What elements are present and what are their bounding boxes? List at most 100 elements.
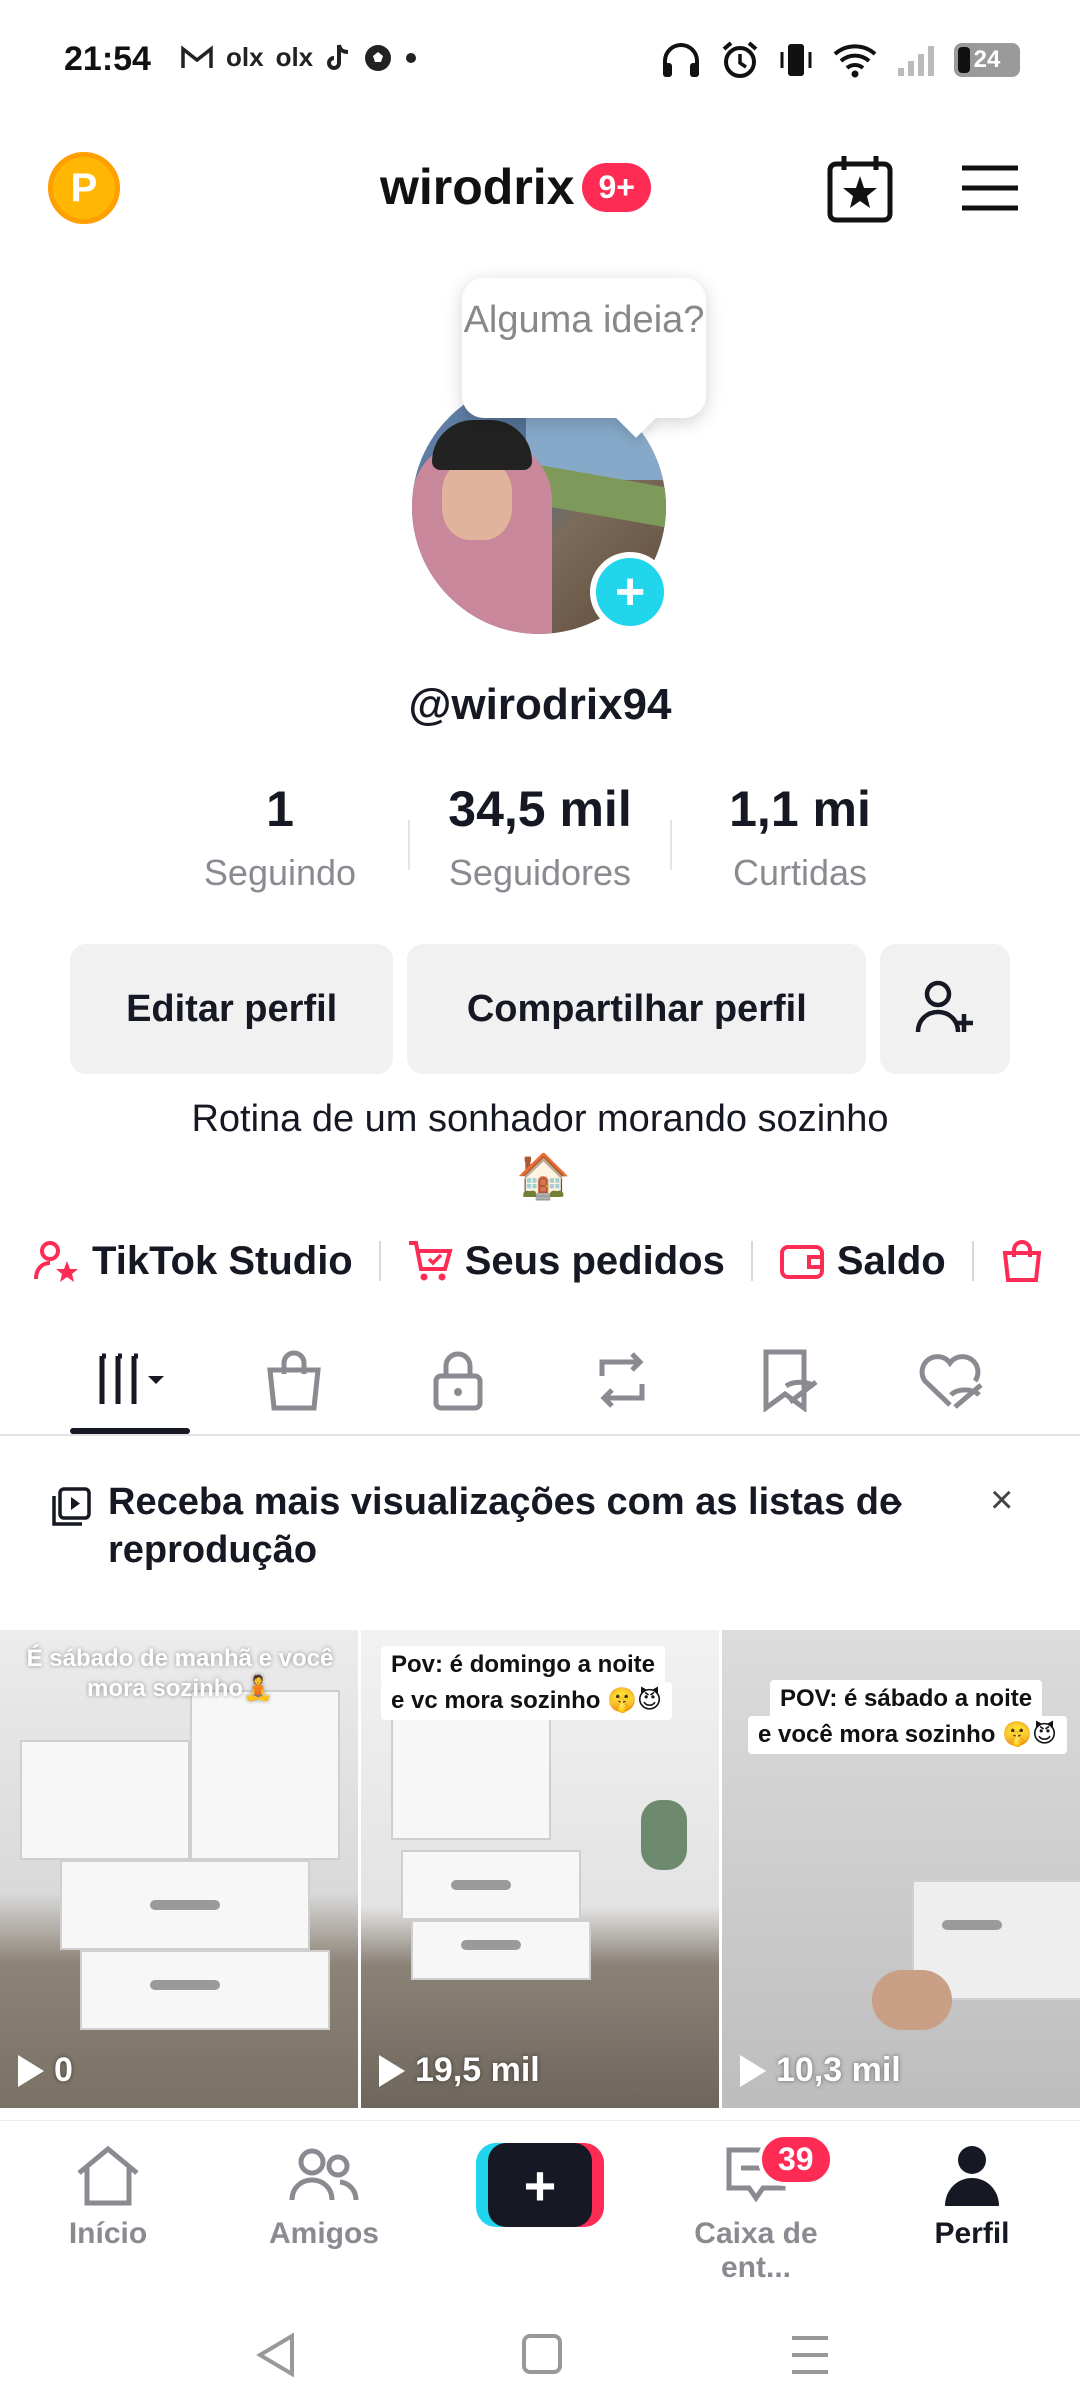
olx-icon: olx xyxy=(226,42,264,72)
nav-profile-label: Perfil xyxy=(934,2217,1010,2250)
play-icon xyxy=(379,2054,405,2087)
bio-text: Rotina de um sonhador morando sozinho xyxy=(191,1098,889,1140)
view-count-value: 10,3 mil xyxy=(776,2051,901,2089)
add-story-button[interactable]: + xyxy=(590,552,670,632)
wallet-icon xyxy=(779,1245,824,1279)
cart-icon xyxy=(408,1241,453,1281)
share-profile-button[interactable]: Compartilhar perfil xyxy=(407,944,867,1074)
plus-icon: + xyxy=(488,2143,592,2227)
soccer-ball-icon xyxy=(365,44,392,71)
tab-videos[interactable] xyxy=(88,1340,172,1420)
tab-private[interactable] xyxy=(416,1340,500,1420)
cabinet-drawer xyxy=(411,1920,591,1980)
idea-tooltip[interactable]: Alguma ideia? xyxy=(462,278,706,418)
video-thumbnail[interactable]: Pov: é domingo a noite e vc mora sozinho… xyxy=(361,1630,719,2108)
coins-button[interactable]: P xyxy=(48,152,120,224)
video-thumbnail[interactable]: POV: é sábado a noite e você mora sozinh… xyxy=(722,1630,1080,2108)
profile-stats: 1 Seguindo 34,5 mil Seguidores 1,1 mi Cu… xyxy=(150,780,930,894)
status-bar: 21:54 olx olx 24 xyxy=(0,0,1080,120)
drawer-handle xyxy=(150,1900,220,1910)
tab-shop[interactable] xyxy=(252,1340,336,1420)
video-caption: POV: é sábado a noite xyxy=(770,1680,1043,1718)
cabinet-drawer xyxy=(80,1950,330,2030)
stat-label: Seguindo xyxy=(203,852,357,893)
tiktok-studio-label: TikTok Studio xyxy=(92,1238,353,1283)
alarm-icon xyxy=(722,41,758,78)
coin-icon: P xyxy=(70,165,98,210)
olx-icon: olx xyxy=(275,42,314,72)
menu-button[interactable] xyxy=(958,160,1022,216)
tab-favorites[interactable] xyxy=(746,1340,830,1420)
create-button[interactable]: + xyxy=(476,2143,604,2227)
headphones-icon xyxy=(663,43,699,77)
recents-button[interactable] xyxy=(780,2330,840,2380)
drawer-handle xyxy=(461,1940,521,1950)
tab-liked[interactable] xyxy=(908,1340,992,1420)
inbox-badge: 39 xyxy=(758,2133,834,2186)
nav-home-label: Início xyxy=(68,2217,148,2250)
close-icon[interactable]: × xyxy=(990,1478,1013,1523)
video-caption: e vc mora sozinho 🤫😈 xyxy=(381,1682,672,1720)
repost-icon xyxy=(599,1352,645,1408)
dot-icon xyxy=(406,52,417,63)
orders-link[interactable]: Seus pedidos xyxy=(407,1239,725,1284)
drawer-handle xyxy=(451,1880,511,1890)
tab-reposts[interactable] xyxy=(580,1340,664,1420)
avatar-photo-face xyxy=(442,460,512,540)
drawer-handle xyxy=(150,1980,220,1990)
menu-lines-icon xyxy=(792,2336,828,2374)
calendar-star-button[interactable] xyxy=(822,150,898,226)
edit-profile-button[interactable]: Editar perfil xyxy=(70,944,394,1074)
plush-toy xyxy=(641,1800,687,1870)
view-count: 19,5 mil xyxy=(379,2051,540,2090)
add-user-icon xyxy=(915,980,974,1033)
link-divider xyxy=(971,1241,974,1281)
stat-following[interactable]: 1 Seguindo xyxy=(150,780,410,894)
play-icon xyxy=(18,2054,44,2087)
nav-profile[interactable]: Perfil xyxy=(872,2139,1072,2251)
balance-label: Saldo xyxy=(836,1238,946,1283)
view-count-value: 0 xyxy=(54,2051,73,2089)
add-friend-button[interactable] xyxy=(880,944,1011,1074)
user-star-icon xyxy=(34,1241,78,1282)
hand xyxy=(872,1970,952,2030)
tiktok-icon xyxy=(327,43,349,70)
stat-followers[interactable]: 34,5 mil Seguidores xyxy=(408,780,672,894)
wifi-icon xyxy=(833,44,877,78)
back-button[interactable] xyxy=(248,2330,308,2380)
nav-home[interactable]: Início xyxy=(8,2139,208,2251)
view-count: 10,3 mil xyxy=(740,2051,901,2090)
content-tabs xyxy=(0,1322,1080,1436)
tiktok-studio-link[interactable]: TikTok Studio xyxy=(34,1239,353,1284)
stat-divider xyxy=(408,820,410,870)
chevron-right-icon[interactable]: › xyxy=(890,1480,903,1525)
shopping-bag-icon xyxy=(267,1350,321,1411)
bookmark-hidden-icon xyxy=(763,1349,818,1412)
nav-friends-label: Amigos xyxy=(268,2217,379,2250)
balance-link[interactable]: Saldo xyxy=(779,1239,946,1284)
nav-friends[interactable]: Amigos xyxy=(224,2139,424,2251)
system-icons: 24 xyxy=(660,40,1020,80)
stat-likes[interactable]: 1,1 mi Curtidas xyxy=(670,780,930,894)
profile-header: P wirodrix 9+ xyxy=(0,140,1080,240)
nav-inbox[interactable]: 39 Caixa de ent... xyxy=(656,2133,856,2285)
stat-value: 1 xyxy=(266,781,294,837)
video-caption: e você mora sozinho 🤫😈 xyxy=(748,1716,1067,1754)
vibrate-icon xyxy=(780,44,812,76)
home-button[interactable] xyxy=(512,2330,572,2380)
status-time: 21:54 xyxy=(64,40,151,78)
account-switcher[interactable]: wirodrix 9+ xyxy=(380,158,651,216)
playlist-promo-banner[interactable]: Receba mais visualizações com as listas … xyxy=(50,1476,1030,1596)
avatar-photo-cap xyxy=(432,420,532,470)
shop-link[interactable] xyxy=(1000,1239,1044,1283)
heart-hidden-icon xyxy=(919,1354,983,1409)
friends-icon xyxy=(289,2148,359,2201)
cabinet-door xyxy=(20,1740,190,1860)
header-title: wirodrix xyxy=(380,159,575,215)
playlist-icon xyxy=(52,1487,91,1526)
profile-icon xyxy=(945,2146,999,2206)
shopping-bag-icon xyxy=(1002,1240,1041,1282)
video-thumbnail[interactable]: É sábado de manhã e você mora sozinho🧘 0 xyxy=(0,1630,358,2108)
hamburger-icon xyxy=(962,165,1018,211)
plus-icon: + xyxy=(614,563,646,621)
